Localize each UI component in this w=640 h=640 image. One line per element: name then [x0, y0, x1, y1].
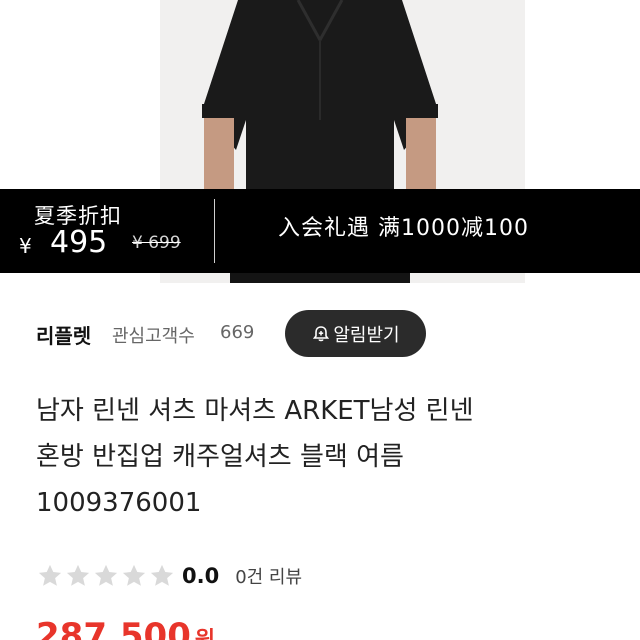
star-icon: [122, 564, 146, 586]
star-icon: [150, 564, 174, 586]
product-title: 남자 린넨 셔츠 마셔츠 ARKET남성 린넨 혼방 반집업 캐주얼셔츠 블랙 …: [36, 388, 626, 526]
promo-currency: ¥: [19, 234, 32, 258]
star-rating: [36, 562, 176, 590]
follower-count: 669: [220, 322, 255, 343]
star-icon: [38, 564, 62, 586]
star-icon: [94, 564, 118, 586]
star-icon: [66, 564, 90, 586]
promo-banner[interactable]: 夏季折扣 ¥ 495 ¥ 699 入会礼遇 满1000减100: [0, 189, 640, 273]
promo-divider: [214, 199, 215, 263]
follower-label: 관심고객수: [112, 326, 195, 347]
bell-plus-icon: [313, 325, 330, 341]
notify-label: 알림받기: [333, 324, 400, 346]
rating-value: 0.0: [182, 564, 220, 588]
product-title-line: 남자 린넨 셔츠 마셔츠 ARKET남성 린넨: [36, 396, 474, 426]
black-shirt-image: [202, 0, 438, 190]
notify-button[interactable]: 알림받기: [285, 310, 426, 357]
product-title-line: 혼방 반집업 캐주얼셔츠 블랙 여름: [36, 442, 404, 472]
sale-price: 287,500 원: [36, 616, 215, 640]
promo-original-price: ¥ 699: [132, 233, 181, 253]
product-title-line: 1009376001: [36, 488, 202, 518]
member-offer: 入会礼遇 满1000减100: [278, 216, 529, 241]
promo-price: 495: [50, 225, 108, 260]
sale-price-unit: 원: [195, 628, 215, 640]
rating-row[interactable]: 0.0 0건 리뷰: [36, 560, 302, 592]
sale-price-value: 287,500: [36, 616, 191, 640]
seller-name[interactable]: 리플렛: [36, 320, 91, 349]
review-count[interactable]: 0건 리뷰: [235, 563, 302, 589]
